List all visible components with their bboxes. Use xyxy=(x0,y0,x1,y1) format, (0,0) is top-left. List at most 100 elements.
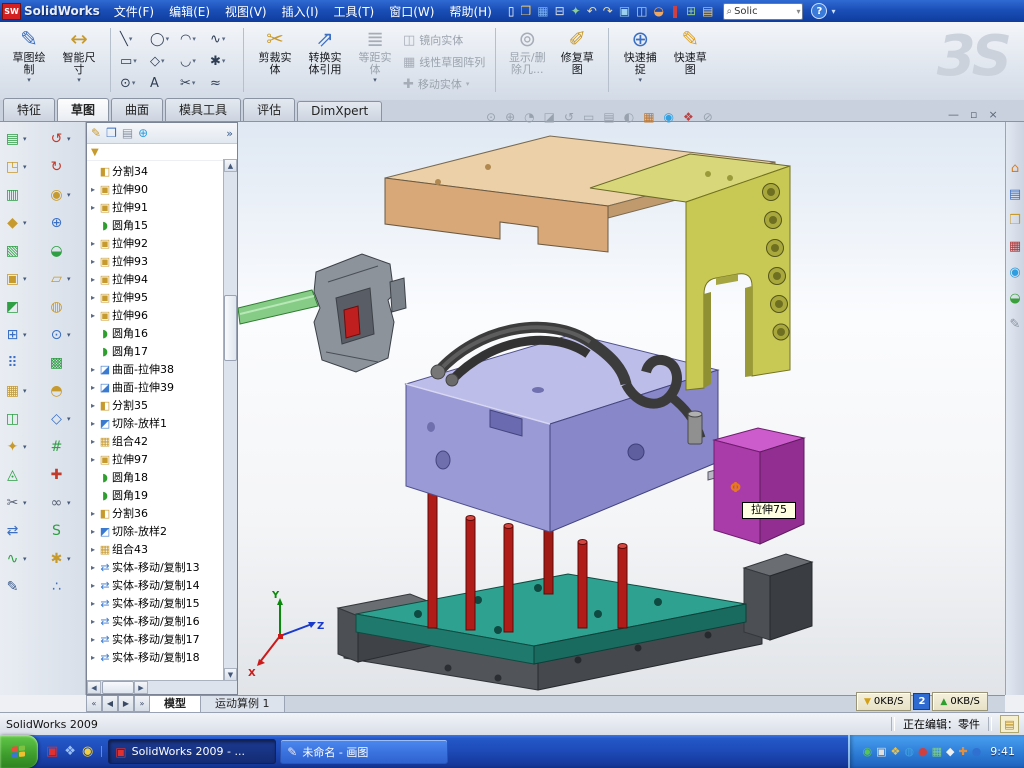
tree-toolbar-icon[interactable]: ⊕ xyxy=(138,127,148,139)
toolbar-icon[interactable]: ⊟ xyxy=(555,5,565,17)
expand-arrow-icon[interactable]: ▸ xyxy=(88,253,98,271)
tree-item[interactable]: ▸ ▣ 拉伸91 xyxy=(88,199,223,217)
sketch-tool-button[interactable]: ∿ ▾ xyxy=(207,28,237,50)
tree-item[interactable]: ▸ ◩ 切除-放样1 xyxy=(88,415,223,433)
tree-item[interactable]: ▸ ▦ 组合42 xyxy=(88,433,223,451)
filter-funnel-icon[interactable]: ▼ xyxy=(91,147,99,158)
view-toolbar-icon[interactable]: ▤ xyxy=(603,111,614,123)
left-toolbar-button[interactable]: ⊙ ▾ xyxy=(48,326,71,344)
left-toolbar-button[interactable]: ◳ ▾ xyxy=(4,158,27,176)
expand-arrow-icon[interactable]: ▸ xyxy=(88,307,98,325)
tree-toolbar-icon[interactable]: ✎ xyxy=(91,127,101,139)
tree-item[interactable]: ▸ ◪ 曲面-拉伸39 xyxy=(88,379,223,397)
tree-item[interactable]: ▸ ⇄ 实体-移动/复制17 xyxy=(88,631,223,649)
tree-item[interactable]: ▸ ⇄ 实体-移动/复制15 xyxy=(88,595,223,613)
expand-arrow-icon[interactable]: ▸ xyxy=(88,505,98,523)
left-toolbar-button[interactable]: ↻ xyxy=(48,158,71,176)
left-toolbar-button[interactable]: ◇ ▾ xyxy=(48,410,71,428)
tray-icon[interactable]: ❖ xyxy=(64,746,76,757)
taskpane-icon[interactable]: ❒ xyxy=(1009,214,1021,227)
left-toolbar-button[interactable]: ▧ xyxy=(4,242,27,260)
model-tab-nav-button[interactable]: « xyxy=(86,696,102,712)
left-toolbar-button[interactable]: ▤ ▾ xyxy=(4,130,27,148)
menu-item[interactable]: 文件(F) xyxy=(114,3,154,20)
tree-item[interactable]: ▸ ⇄ 实体-移动/复制13 xyxy=(88,559,223,577)
toolbar-icon[interactable]: ▦ xyxy=(537,5,548,17)
tree-filter-row[interactable]: ▼ xyxy=(87,144,237,161)
taskbar-task[interactable]: ▣ SolidWorks 2009 - ... xyxy=(108,739,276,764)
tree-item[interactable]: ▸ ▣ 拉伸94 xyxy=(88,271,223,289)
ribbon-button[interactable]: ↔ 智能尺 寸 ▾ xyxy=(54,26,104,86)
tree-item[interactable]: ▸ ▣ 拉伸96 xyxy=(88,307,223,325)
graphics-viewport[interactable]: Φ Y Z X xyxy=(238,122,1005,695)
ribbon-button[interactable]: ✎ 快速草 图 xyxy=(665,26,715,86)
tree-item[interactable]: ▸ ▣ 拉伸93 xyxy=(88,253,223,271)
part-rod-green[interactable] xyxy=(238,290,318,324)
commandmanager-tab[interactable]: 草图 xyxy=(57,98,109,121)
scroll-thumb[interactable] xyxy=(224,295,237,361)
chevron-right-icon[interactable]: » xyxy=(226,127,233,140)
scroll-down-button[interactable]: ▼ xyxy=(224,668,237,681)
scroll-thumb[interactable] xyxy=(102,681,134,694)
left-toolbar-button[interactable]: ▣ ▾ xyxy=(4,270,27,288)
expand-arrow-icon[interactable]: ▸ xyxy=(88,235,98,253)
toolbar-icon[interactable]: ◫ xyxy=(636,5,647,17)
sketch-tool-button[interactable]: ▭ ▾ xyxy=(117,50,147,72)
commandmanager-tab[interactable]: 模具工具 xyxy=(165,98,241,121)
sketch-tool-button[interactable]: ✱ ▾ xyxy=(207,50,237,72)
tray-icon[interactable]: ◉ xyxy=(862,746,872,757)
ribbon-button[interactable]: ⊚ 显示/删 除几... xyxy=(502,26,552,86)
left-toolbar-button[interactable]: ⊞ ▾ xyxy=(4,326,27,344)
left-toolbar-button[interactable]: ◩ xyxy=(4,298,27,316)
toolbar-icon[interactable]: ❚ xyxy=(670,5,680,17)
tree-item[interactable]: ▸ ▣ 拉伸95 xyxy=(88,289,223,307)
left-toolbar-button[interactable]: ◆ ▾ xyxy=(4,214,27,232)
sketch-tool-button[interactable]: A xyxy=(147,72,177,94)
search-input[interactable]: Solic xyxy=(734,6,794,17)
view-toolbar-icon[interactable]: ⊘ xyxy=(703,111,713,123)
ribbon-button[interactable]: ✎ 草图绘 制 ▾ xyxy=(4,26,54,86)
expand-arrow-icon[interactable]: ▸ xyxy=(88,379,98,397)
model-tab-nav-button[interactable]: ◀ xyxy=(102,696,118,712)
tree-item[interactable]: ◗ 圆角18 xyxy=(88,469,223,487)
view-toolbar-icon[interactable]: ◪ xyxy=(544,111,555,123)
scroll-right-button[interactable]: ▶ xyxy=(134,681,148,694)
ribbon-stack-button[interactable]: ✚ 移动实体 ▾ xyxy=(403,76,489,92)
view-toolbar-icon[interactable]: ↺ xyxy=(564,111,574,123)
left-toolbar-button[interactable]: ◓ xyxy=(48,382,71,400)
tree-item[interactable]: ◗ 圆角19 xyxy=(88,487,223,505)
view-toolbar-icon[interactable]: ⊙ xyxy=(486,111,496,123)
left-toolbar-button[interactable]: ◉ ▾ xyxy=(48,186,71,204)
tree-item[interactable]: ▸ ▣ 拉伸90 xyxy=(88,181,223,199)
model-canvas[interactable]: Φ Y Z X xyxy=(238,122,1005,695)
left-toolbar-button[interactable]: ↺ ▾ xyxy=(48,130,71,148)
tree-item[interactable]: ◗ 圆角16 xyxy=(88,325,223,343)
scroll-left-button[interactable]: ◀ xyxy=(87,681,101,694)
ribbon-stack-button[interactable]: ◫ 镜向实体 xyxy=(403,32,489,48)
left-toolbar-button[interactable]: ✂ ▾ xyxy=(4,494,27,512)
expand-arrow-icon[interactable]: ▸ xyxy=(88,289,98,307)
tree-item[interactable]: ◗ 圆角17 xyxy=(88,343,223,361)
view-toolbar-icon[interactable]: ⊕ xyxy=(505,111,515,123)
tray-icon[interactable]: ● xyxy=(918,746,928,757)
sketch-tool-button[interactable]: ◡ ▾ xyxy=(177,50,207,72)
left-toolbar-button[interactable]: ✚ xyxy=(48,466,71,484)
sketch-tool-button[interactable]: ≈ xyxy=(207,72,237,94)
sketch-tool-button[interactable]: ◇ ▾ xyxy=(147,50,177,72)
expand-arrow-icon[interactable]: ▸ xyxy=(88,523,98,541)
left-toolbar-button[interactable]: ◒ xyxy=(48,242,71,260)
sketch-tool-button[interactable]: ⊙ ▾ xyxy=(117,72,147,94)
left-toolbar-button[interactable]: ⇄ xyxy=(4,522,27,540)
toolbar-icon[interactable]: ↷ xyxy=(603,5,613,17)
sketch-tool-button[interactable]: ◯ ▾ xyxy=(147,28,177,50)
taskpane-icon[interactable]: ⌂ xyxy=(1011,162,1019,175)
chevron-down-icon[interactable]: ▾ xyxy=(796,7,800,16)
tray-icon[interactable]: ▣ xyxy=(46,746,58,757)
expand-arrow-icon[interactable]: ▸ xyxy=(88,181,98,199)
taskpane-icon[interactable]: ▦ xyxy=(1009,240,1021,253)
menu-item[interactable]: 工具(T) xyxy=(334,3,375,20)
status-notes-icon[interactable]: ▤ xyxy=(1000,715,1019,733)
expand-arrow-icon[interactable]: ▸ xyxy=(88,577,98,595)
ribbon-button[interactable]: ⇗ 转换实 体引用 xyxy=(300,26,350,86)
window-control-icon[interactable]: ▫ xyxy=(970,108,977,122)
